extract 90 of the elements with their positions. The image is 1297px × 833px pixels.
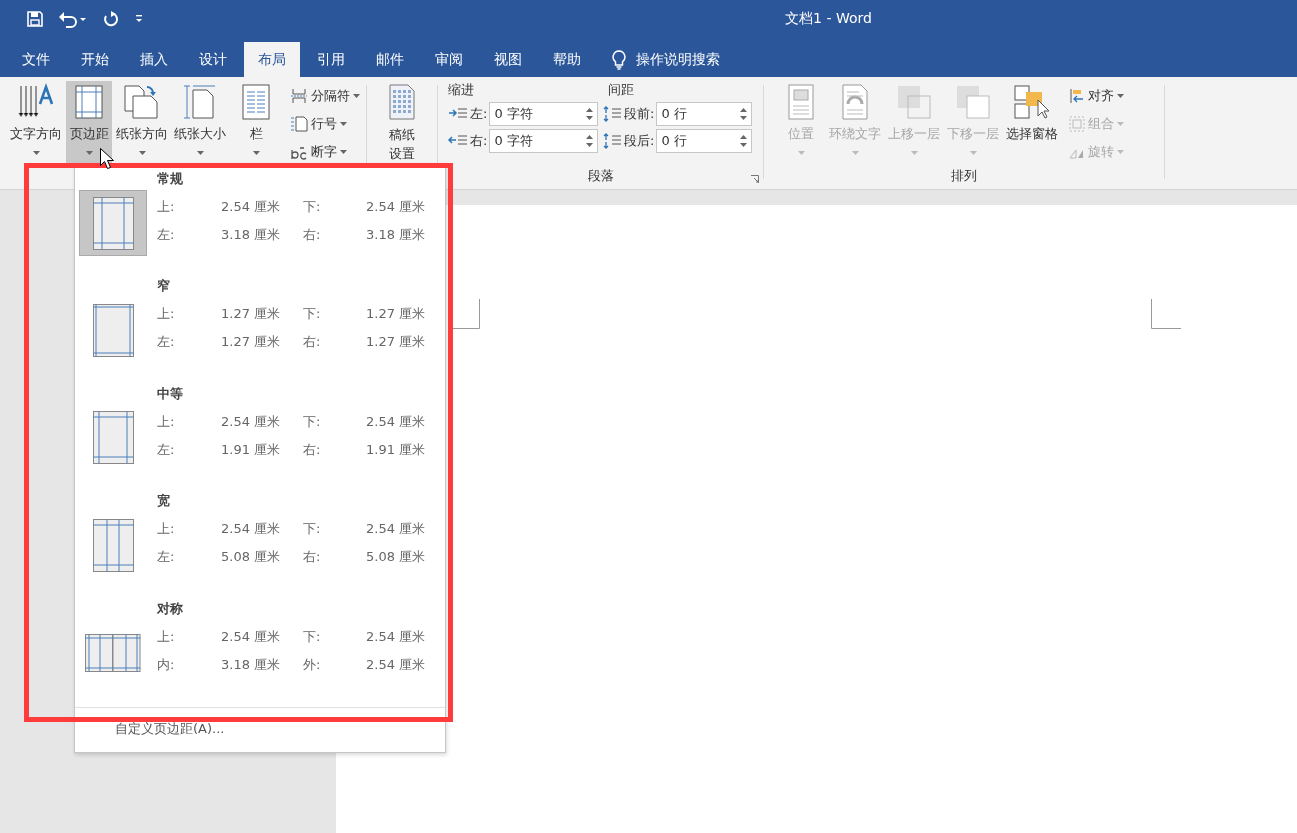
tell-me-search[interactable]: 操作说明搜索 [636,50,720,69]
caret-icon [851,151,859,155]
caret-icon [340,150,347,154]
align-icon [1069,88,1085,104]
margins-icon [74,83,104,121]
indent-label: 缩进 [448,81,475,99]
indent-icon [448,134,468,148]
ribbon-button[interactable]: 纸张大小 [172,81,228,165]
crop-mark [450,299,480,329]
grid-paper-icon [388,83,416,121]
ribbon-tab[interactable]: 视图 [480,42,536,77]
field-label: 右: [470,132,488,150]
ribbon-tab[interactable]: 引用 [303,42,359,77]
undo-icon[interactable] [58,10,88,28]
page-size-icon [183,83,217,121]
ribbon-small-button[interactable]: 行号 [290,112,360,136]
caret-icon [32,151,40,155]
ribbon-button[interactable]: 文字方向 [8,81,64,165]
group-label: 排列 [951,167,977,185]
ribbon-button[interactable]: 页边距 [66,81,112,165]
spinner-icon[interactable] [586,134,593,148]
ribbon-small-button[interactable]: 对齐 [1069,84,1124,108]
margin-option[interactable]: 窄 上: 1.27 厘米 下: 1.27 厘米 左: 1.27 厘米 右: 1.27 厘米 [75,277,445,385]
spacing-icon [602,106,622,122]
ribbon-tab[interactable]: 审阅 [421,42,477,77]
caret-icon [910,151,918,155]
spin-field[interactable]: 0 字符 [489,102,598,126]
caret-icon [1117,122,1124,126]
mirrored-pages-icon [85,633,141,672]
line-numbers-icon [290,116,308,132]
field-label: 段前: [624,105,655,123]
margin-option[interactable]: 常规 上: 2.54 厘米 下: 2.54 厘米 左: 3.18 厘米 右: 3.18 厘米 [75,170,445,278]
ribbon-tab[interactable]: 文件 [8,42,64,77]
hyphenation-icon [290,144,308,160]
ribbon-tab[interactable]: 设计 [185,42,241,77]
ribbon-button[interactable]: 稿纸 设置 [379,81,425,165]
ribbon-small-button[interactable]: 分隔符 [290,84,360,108]
caret-icon [196,151,204,155]
spacing-icon [602,133,622,149]
ribbon-tab[interactable]: 帮助 [539,42,595,77]
page-margins-icon [92,196,134,250]
caret-icon [85,151,93,155]
crop-mark [1151,299,1181,329]
spinner-icon[interactable] [740,134,747,148]
group-icon [1069,116,1085,132]
position-icon [787,83,815,121]
spacing-label: 间距 [607,81,635,99]
selection-pane-icon [1012,83,1052,121]
columns-icon [241,83,271,121]
margin-option[interactable]: 宽 上: 2.54 厘米 下: 2.54 厘米 左: 5.08 厘米 右: 5.08 厘米 [75,492,445,600]
caret-icon [252,151,260,155]
ribbon-small-button[interactable]: 断字 [290,140,360,164]
margin-option[interactable]: 中等 上: 2.54 厘米 下: 2.54 厘米 左: 1.91 厘米 右: 1.91 厘米 [75,384,445,493]
field-label: 左: [470,105,488,123]
ribbon-button[interactable]: 栏 [236,81,276,165]
save-icon[interactable] [26,10,44,28]
indent-icon [448,107,468,121]
spin-field[interactable]: 0 行 [656,102,752,126]
window-title: 文档1 - Word [785,10,872,28]
page-margins-icon [92,518,134,572]
custom-margins-item[interactable]: 自定义页边距(A)... [75,707,445,753]
field-label: 段后: [624,132,655,150]
lightbulb-icon [612,49,626,70]
spinner-icon[interactable] [586,107,593,121]
ribbon-button[interactable]: 选择窗格 [1004,81,1060,165]
spinner-icon[interactable] [740,107,747,121]
caret-icon [138,151,146,155]
margin-option[interactable]: 对称 上: 2.54 厘米 下: 2.54 厘米 内: 3.18 厘米 外: 2.54 厘米 [75,599,445,708]
caret-icon [1117,94,1124,98]
customize-icon[interactable] [134,14,144,24]
wrap-text-icon [841,83,869,121]
ribbon-tab[interactable]: 邮件 [362,42,418,77]
ribbon-button[interactable]: 纸张方向 [114,81,170,165]
group-label: 段落 [587,167,614,185]
caret-icon [353,94,360,98]
breaks-icon [290,88,308,104]
ribbon-tab[interactable]: 开始 [67,42,123,77]
page-margins-icon [92,411,134,465]
pages-icon [123,83,161,121]
caret-icon [340,122,347,126]
dialog-launcher-icon[interactable] [751,175,759,183]
caret-icon [797,151,805,155]
page-margins-icon [92,303,134,357]
caret-icon [969,151,977,155]
ribbon-tab[interactable]: 布局 [244,42,300,77]
spin-field[interactable]: 0 字符 [489,129,598,153]
spin-field[interactable]: 0 行 [656,129,752,153]
ribbon-tab[interactable]: 插入 [126,42,182,77]
caret-icon [1117,150,1124,154]
repeat-icon[interactable] [102,10,120,28]
